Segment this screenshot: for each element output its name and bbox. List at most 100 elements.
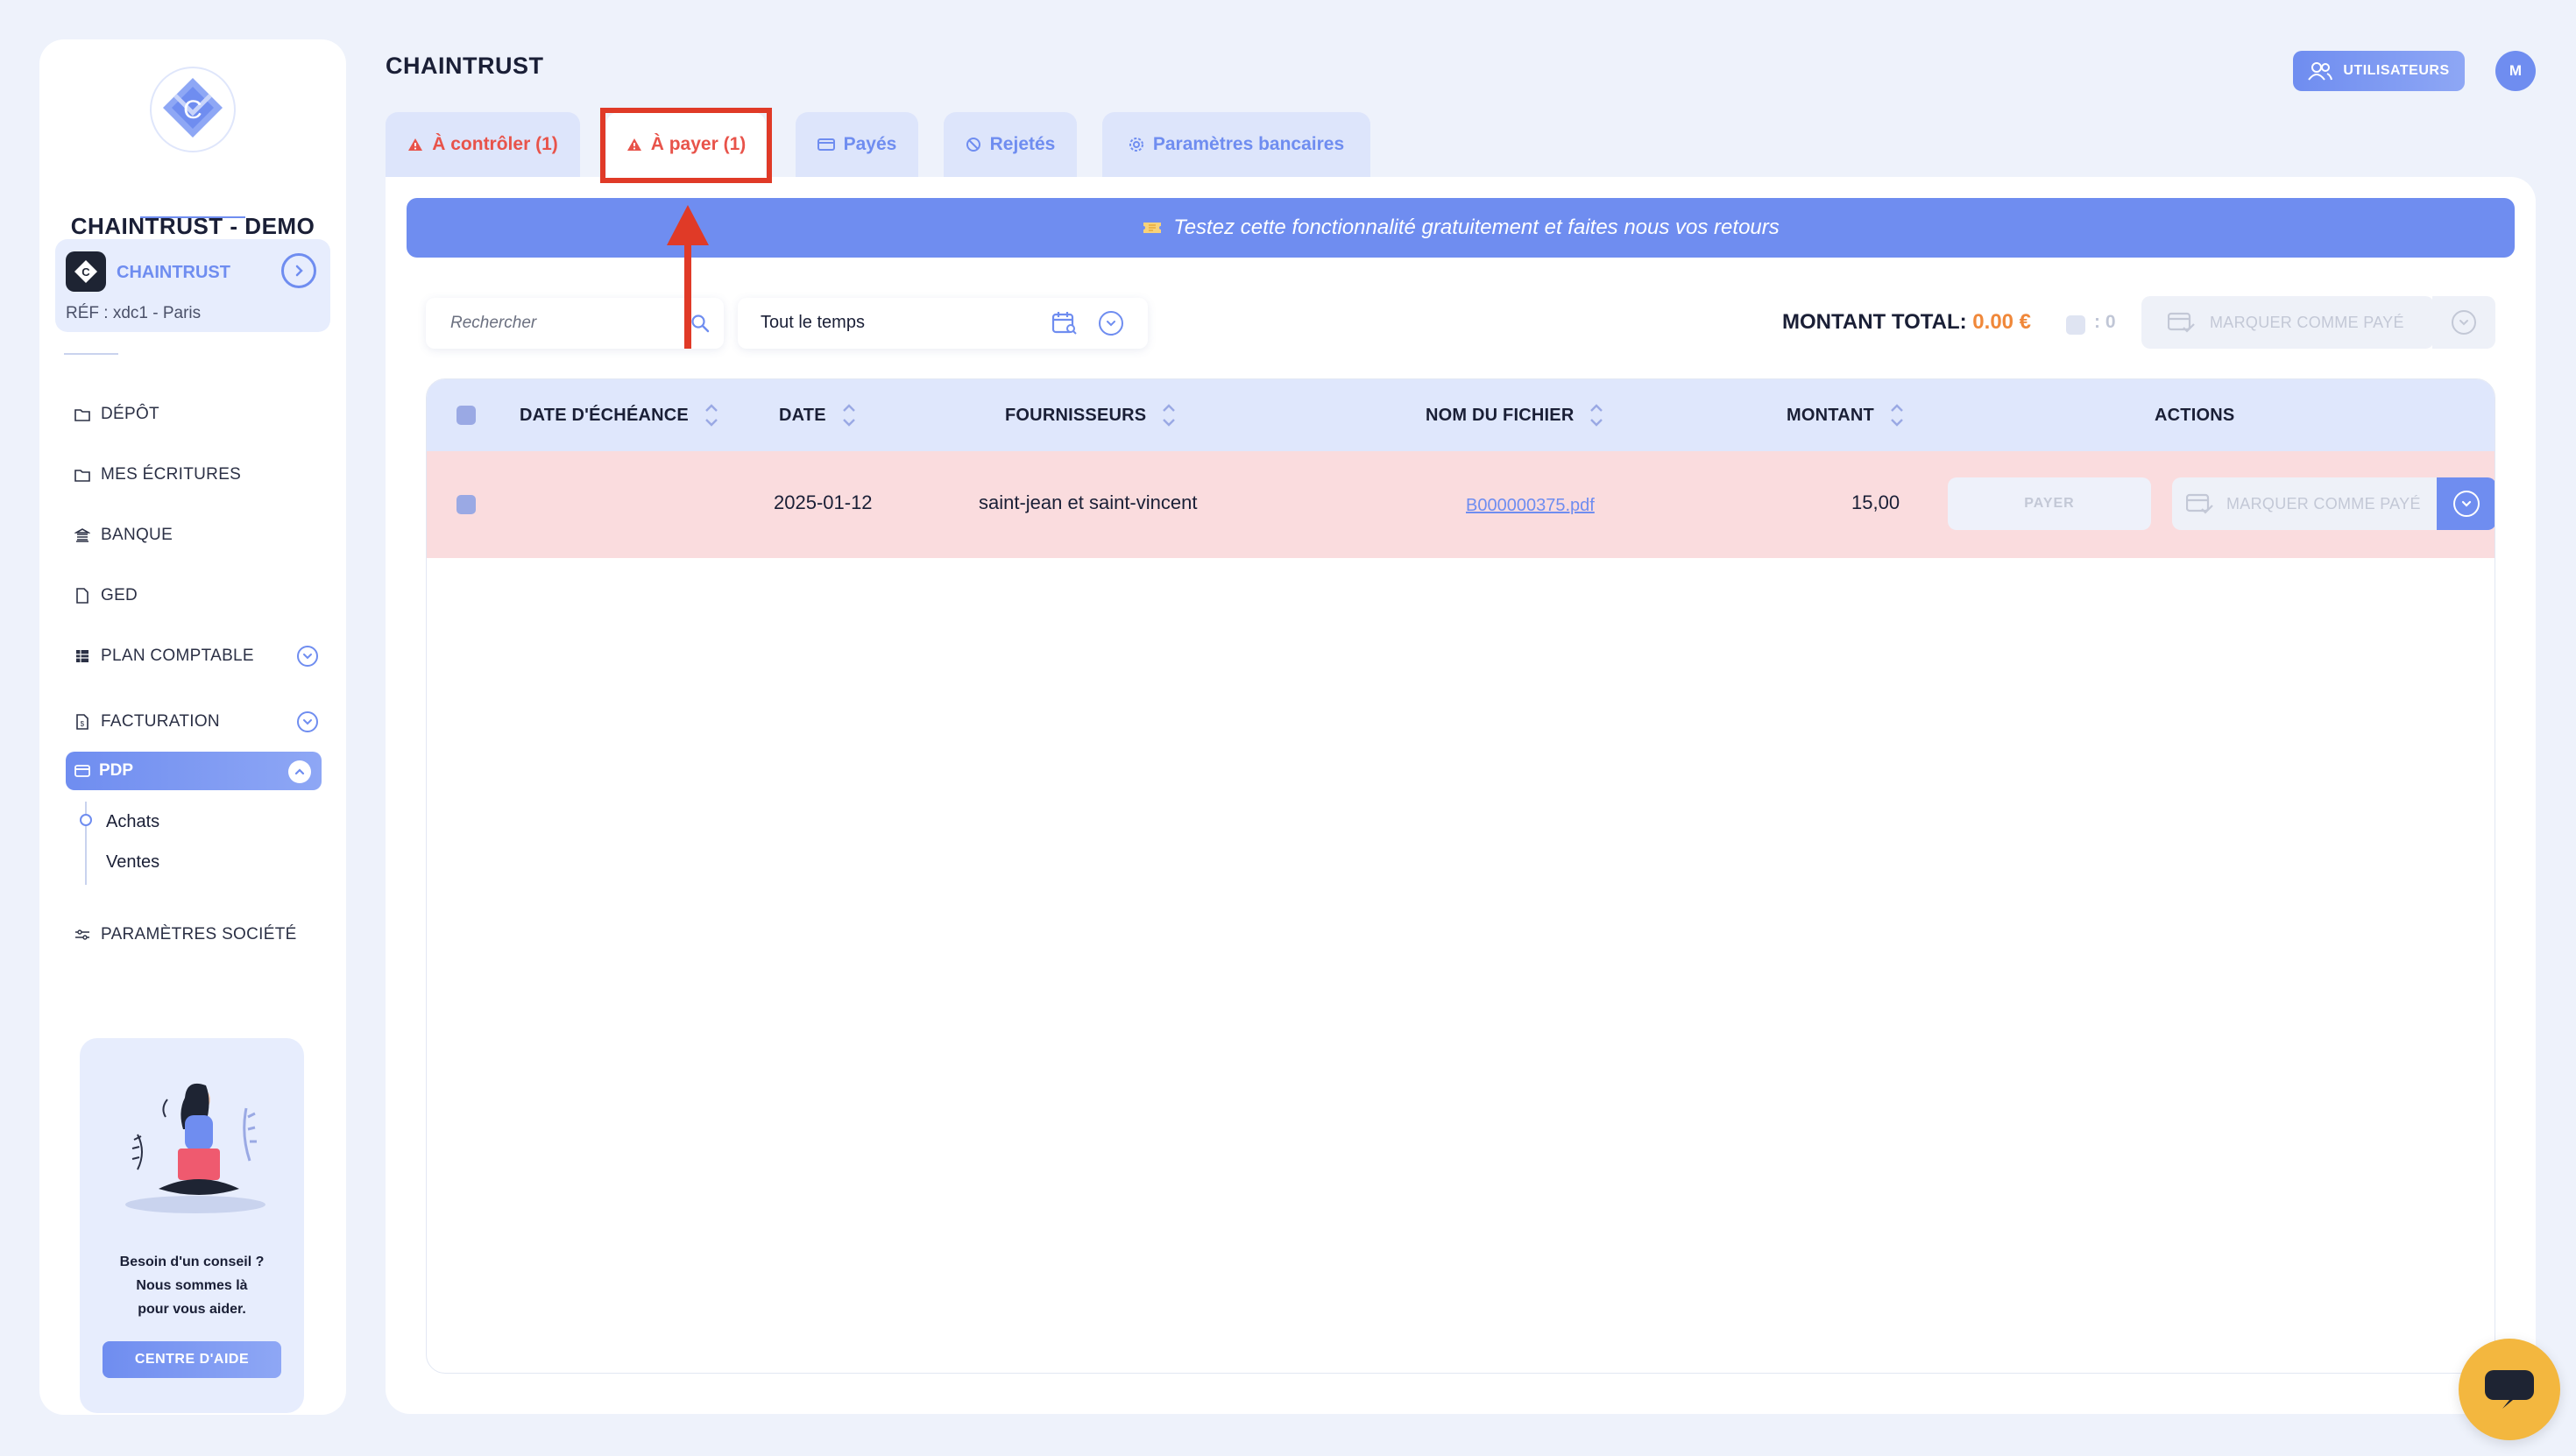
- users-button-label: UTILISATEURS: [2343, 63, 2450, 78]
- invoices-table: DATE D'ÉCHÉANCE DATE FOURNISSEURS NOM DU…: [426, 378, 2495, 1374]
- annotation-arrow-icon: [667, 205, 709, 349]
- cell-file-name: B000000375.pdf: [1466, 493, 1595, 516]
- sidebar-item-depot[interactable]: DÉPÔT: [73, 397, 318, 432]
- meditation-illustration-icon: [115, 1073, 272, 1222]
- sort-icon[interactable]: [1589, 404, 1603, 427]
- total-value: 0.00 €: [1972, 310, 2032, 334]
- chevron-up-icon[interactable]: [288, 760, 311, 783]
- help-line-1: Besoin d'un conseil ?: [119, 1255, 265, 1269]
- chevron-down-icon[interactable]: [297, 646, 318, 667]
- column-label: DATE: [779, 405, 826, 425]
- sidebar-item-label: GED: [101, 586, 138, 604]
- file-link[interactable]: B000000375.pdf: [1466, 496, 1595, 515]
- sidebar-item-banque[interactable]: BANQUE: [73, 518, 318, 553]
- sidebar-item-plan-comptable[interactable]: PLAN COMPTABLE: [73, 639, 318, 674]
- search-input[interactable]: [450, 298, 687, 349]
- sidebar-item-label: PARAMÈTRES SOCIÉTÉ: [101, 925, 297, 944]
- svg-text:C: C: [183, 95, 202, 124]
- help-text: Besoin d'un conseil ? Nous sommes là pou…: [80, 1250, 304, 1321]
- brand-logo[interactable]: C: [149, 66, 237, 153]
- select-all-checkbox[interactable]: [2066, 315, 2085, 335]
- row-mark-as-paid-label: MARQUER COMME PAYÉ: [2226, 494, 2421, 512]
- sidebar-item-pdp[interactable]: PDP: [66, 752, 322, 790]
- banner-text: Testez cette fonctionnalité gratuitement…: [1173, 216, 1780, 239]
- total-label: MONTANT TOTAL:: [1782, 310, 1967, 334]
- chevron-right-icon[interactable]: [281, 253, 316, 288]
- svg-text:C: C: [81, 265, 90, 279]
- mark-as-paid-button[interactable]: MARQUER COMME PAYÉ: [2141, 296, 2434, 349]
- card-icon: [74, 765, 90, 777]
- help-card: Besoin d'un conseil ? Nous sommes là pou…: [80, 1038, 304, 1413]
- sidebar-item-ged[interactable]: GED: [73, 578, 318, 613]
- submenu-item-achats[interactable]: Achats: [106, 812, 159, 832]
- sidebar-item-label: DÉPÔT: [101, 405, 159, 423]
- tab-rejetes[interactable]: Rejetés: [944, 112, 1077, 177]
- ticket-icon: [1142, 221, 1163, 235]
- column-header-due-date[interactable]: DATE D'ÉCHÉANCE: [520, 379, 718, 451]
- tab-parametres-bancaires[interactable]: Paramètres bancaires: [1102, 112, 1370, 177]
- column-header-amount[interactable]: MONTANT: [1787, 379, 1904, 451]
- card-check-icon: [2186, 493, 2214, 514]
- submenu-active-dot: [80, 814, 92, 826]
- column-label: FOURNISSEURS: [1005, 405, 1147, 425]
- chat-widget-button[interactable]: [2459, 1339, 2560, 1440]
- avatar[interactable]: M: [2495, 51, 2536, 91]
- card-check-icon: [2168, 312, 2196, 333]
- chevron-down-icon[interactable]: [1099, 311, 1123, 336]
- column-label: MONTANT: [1787, 405, 1874, 425]
- company-logo-icon: C: [66, 251, 106, 292]
- users-button[interactable]: UTILISATEURS: [2293, 51, 2465, 91]
- sidebar-item-label: MES ÉCRITURES: [101, 465, 242, 484]
- row-mark-as-paid-button[interactable]: MARQUER COMME PAYÉ: [2172, 477, 2444, 530]
- row-actions-dropdown[interactable]: [2437, 477, 2495, 530]
- column-header-actions: ACTIONS: [2155, 379, 2234, 451]
- cell-date: 2025-01-12: [774, 491, 873, 513]
- table-icon: [73, 647, 92, 666]
- chevron-down-icon[interactable]: [297, 711, 318, 732]
- table-row[interactable]: 2025-01-12 saint-jean et saint-vincent B…: [427, 451, 2495, 558]
- date-range-label: Tout le temps: [761, 313, 865, 332]
- column-header-suppliers[interactable]: FOURNISSEURS: [1005, 379, 1176, 451]
- help-line-3: pour vous aider.: [138, 1302, 246, 1317]
- card-icon: [817, 138, 835, 151]
- company-ref: RÉF : xdc1 - Paris: [66, 304, 202, 322]
- sidebar-item-label: PDP: [99, 761, 134, 780]
- selected-count: : 0: [2094, 312, 2116, 332]
- header-checkbox[interactable]: [456, 406, 476, 425]
- chat-bubble-icon: [2485, 1370, 2534, 1409]
- mark-as-paid-dropdown[interactable]: [2432, 296, 2495, 349]
- column-label: NOM DU FICHIER: [1426, 405, 1575, 425]
- sliders-icon: [73, 925, 92, 944]
- sidebar-item-label: PLAN COMPTABLE: [101, 647, 254, 665]
- column-header-date[interactable]: DATE: [779, 379, 856, 451]
- users-icon: [2308, 61, 2333, 81]
- row-checkbox[interactable]: [456, 495, 476, 514]
- total-amount: MONTANT TOTAL: 0.00 €: [1782, 310, 2031, 335]
- tab-label: Paramètres bancaires: [1152, 134, 1345, 154]
- company-card[interactable]: C CHAINTRUST RÉF : xdc1 - Paris: [55, 239, 330, 332]
- sidebar-item-mes-ecritures[interactable]: MES ÉCRITURES: [73, 457, 318, 492]
- company-name: CHAINTRUST: [117, 263, 230, 282]
- sort-icon[interactable]: [1162, 404, 1176, 427]
- tab-a-controler[interactable]: À contrôler (1): [386, 112, 580, 177]
- calendar-search-icon[interactable]: [1051, 311, 1078, 336]
- document-icon: [73, 586, 92, 605]
- sort-icon[interactable]: [1890, 404, 1904, 427]
- sort-icon[interactable]: [704, 404, 718, 427]
- sort-icon[interactable]: [842, 404, 856, 427]
- tab-highlight-box: [600, 108, 772, 183]
- submenu-item-ventes[interactable]: Ventes: [106, 852, 159, 873]
- beta-banner: Testez cette fonctionnalité gratuitement…: [407, 198, 2515, 258]
- column-header-file-name[interactable]: NOM DU FICHIER: [1426, 379, 1603, 451]
- folder-icon: [73, 465, 92, 484]
- svg-text:$: $: [81, 720, 85, 728]
- date-range-filter[interactable]: Tout le temps: [738, 298, 1148, 349]
- cell-supplier: saint-jean et saint-vincent: [979, 491, 1198, 513]
- sidebar: C CHAINTRUST - DEMO C CHAINTRUST RÉF : x…: [39, 39, 346, 1415]
- sidebar-item-parametres-societe[interactable]: PARAMÈTRES SOCIÉTÉ: [73, 917, 318, 952]
- pay-button[interactable]: PAYER: [1948, 477, 2151, 530]
- help-center-button[interactable]: CENTRE D'AIDE: [103, 1341, 281, 1378]
- sidebar-item-facturation[interactable]: $ FACTURATION: [73, 704, 318, 739]
- help-line-2: Nous sommes là: [136, 1278, 248, 1293]
- tab-payes[interactable]: Payés: [796, 112, 918, 177]
